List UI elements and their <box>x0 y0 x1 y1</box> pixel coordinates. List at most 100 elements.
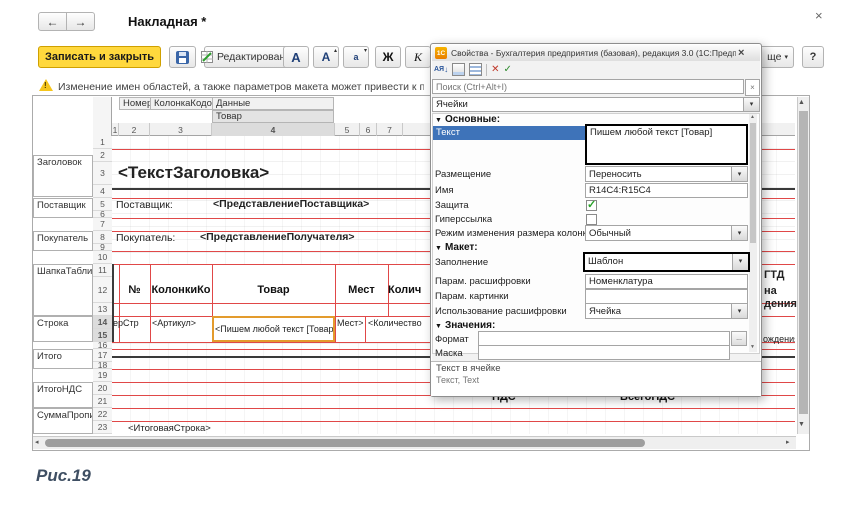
scope-combobox[interactable]: Ячейки ▾ <box>432 97 760 112</box>
cell-total-row[interactable]: <ИтоговаяСтрока> <box>128 423 211 434</box>
property-label-picture-param[interactable]: Парам. картинки <box>435 290 509 304</box>
save-button[interactable] <box>169 46 196 68</box>
named-col-tovar[interactable]: Товар <box>212 110 334 123</box>
search-clear-icon[interactable]: × <box>745 79 760 96</box>
help-button[interactable]: ? <box>802 46 824 68</box>
selected-cell[interactable]: <Пишем любой текст [Товар]> <box>212 316 335 342</box>
row-header[interactable]: 4 <box>93 185 112 198</box>
row-header[interactable]: 10 <box>93 251 112 264</box>
cell-row-article[interactable]: <Артикул> <box>152 318 196 328</box>
property-label-fill[interactable]: Заполнение <box>435 256 488 270</box>
table-header-codes[interactable]: КолонкиКо <box>150 277 212 303</box>
row-header[interactable]: 2 <box>93 149 112 162</box>
row-header[interactable]: 21 <box>93 395 112 408</box>
scroll-left-icon[interactable]: ◂ <box>35 438 39 446</box>
section-values[interactable]: ▼Значения: <box>435 320 495 331</box>
row-header[interactable]: 18 <box>93 362 112 369</box>
row-header[interactable]: 20 <box>93 382 112 395</box>
colresize-combobox[interactable]: Обычный ▾ <box>585 225 748 241</box>
table-header-quantity[interactable]: Колич <box>388 277 428 303</box>
column-header[interactable]: 7 <box>377 123 403 136</box>
property-row-text[interactable]: Текст <box>433 126 585 140</box>
column-header[interactable]: 3 <box>150 123 212 136</box>
property-label-detail-param[interactable]: Парам. расшифровки <box>435 275 531 289</box>
name-field[interactable]: R14C4:R15C4 <box>585 183 748 198</box>
column-header[interactable]: 1 <box>112 123 119 136</box>
named-col-numerstroki[interactable]: НомерС <box>119 97 151 110</box>
area-label-pokupatel[interactable]: Покупатель <box>33 231 93 251</box>
table-header-places[interactable]: Мест <box>335 277 388 303</box>
column-header[interactable]: 4 <box>212 123 335 136</box>
scroll-down-icon[interactable]: ▼ <box>798 421 805 428</box>
area-label-summapropisyu[interactable]: СуммаПропи <box>33 408 93 434</box>
sort-icon[interactable]: АЯ ↓ <box>434 65 448 74</box>
properties-close-icon[interactable]: × <box>738 47 744 59</box>
area-label-shapka[interactable]: ШапкаТабли <box>33 264 93 316</box>
bold-button[interactable]: Ж <box>375 46 401 68</box>
fill-combobox[interactable]: Шаблон ▾ <box>583 252 750 272</box>
property-label-colresize[interactable]: Режим изменения размера колонки <box>435 227 585 241</box>
column-header[interactable]: 6 <box>360 123 377 136</box>
row-header[interactable]: 19 <box>93 369 112 382</box>
row-header[interactable]: 1 <box>93 136 112 149</box>
chevron-down-icon[interactable]: ▾ <box>743 98 759 111</box>
row-header[interactable]: 7 <box>93 218 112 231</box>
property-label-placement[interactable]: Размещение <box>435 168 491 182</box>
detail-use-combobox[interactable]: Ячейка ▾ <box>585 303 748 319</box>
font-decrease-button[interactable]: а▾ <box>343 46 369 68</box>
column-header[interactable]: 5 <box>335 123 360 136</box>
area-label-zagolovok[interactable]: Заголовок <box>33 155 93 197</box>
area-label-postavschik[interactable]: Поставщик <box>33 198 93 218</box>
mask-field[interactable] <box>478 345 730 360</box>
row-header[interactable]: 13 <box>93 303 112 316</box>
cell-supplier-label[interactable]: Поставщик: <box>116 199 173 211</box>
grid-scrollbar-thumb[interactable] <box>750 123 756 243</box>
font-increase-button[interactable]: А▴ <box>313 46 339 68</box>
column-header[interactable]: 2 <box>119 123 150 136</box>
back-button[interactable]: ← <box>38 12 67 31</box>
row-header[interactable]: 12 <box>93 277 112 303</box>
chevron-down-icon[interactable]: ▾ <box>731 167 747 181</box>
edit-mode-button[interactable]: Редактирование <box>204 46 294 68</box>
font-color-button[interactable]: А <box>283 46 309 68</box>
area-label-stroka[interactable]: Строка <box>33 316 93 342</box>
cell-row-places[interactable]: Мест> <box>337 318 363 328</box>
close-icon[interactable]: × <box>815 8 823 23</box>
section-main[interactable]: ▼Основные: <box>435 114 500 125</box>
format-ellipsis-button[interactable]: ... <box>731 331 747 346</box>
italic-button[interactable]: К <box>405 46 431 68</box>
cell-header-title[interactable]: <ТекстЗаголовка> <box>118 163 348 183</box>
apply-icon[interactable]: ✓ <box>503 64 511 75</box>
chevron-down-icon[interactable]: ▾ <box>731 304 747 318</box>
row-header[interactable]: 9 <box>93 244 112 251</box>
cell-buyer-label[interactable]: Покупатель: <box>116 232 175 244</box>
cell-buyer-value[interactable]: <ПредставлениеПолучателя> <box>200 231 355 243</box>
show-important-icon[interactable] <box>452 63 465 76</box>
save-and-close-button[interactable]: Записать и закрыть <box>38 46 161 68</box>
row-header[interactable]: 16 <box>93 342 112 349</box>
named-col-dannye[interactable]: Данные <box>212 97 334 110</box>
format-field[interactable] <box>478 331 730 346</box>
chevron-down-icon[interactable]: ▾ <box>731 226 747 240</box>
area-label-itogo[interactable]: Итого <box>33 349 93 369</box>
row-header[interactable]: 14 <box>93 316 112 329</box>
vertical-scrollbar-thumb[interactable] <box>799 111 808 414</box>
grid-scroll-up-icon[interactable]: ▲ <box>750 114 755 120</box>
table-header-item[interactable]: Товар <box>212 277 335 303</box>
hyperlink-checkbox[interactable] <box>586 214 597 225</box>
horizontal-scrollbar-thumb[interactable] <box>45 439 645 447</box>
detail-param-field[interactable]: Номенклатура <box>585 274 748 289</box>
categories-icon[interactable] <box>469 63 482 76</box>
chevron-down-icon[interactable]: ▾ <box>732 254 748 270</box>
protection-checkbox[interactable]: ✓ <box>586 200 597 211</box>
property-label-name[interactable]: Имя <box>435 184 454 198</box>
more-button[interactable]: ще ▾ <box>758 46 794 68</box>
search-input[interactable] <box>432 79 744 94</box>
row-header[interactable]: 3 <box>93 162 112 185</box>
cell-supplier-value[interactable]: <ПредставлениеПоставщика> <box>213 198 369 210</box>
property-label-detail-use[interactable]: Использование расшифровки <box>435 305 567 319</box>
placement-combobox[interactable]: Переносить ▾ <box>585 166 748 182</box>
table-header-number[interactable]: № <box>119 277 150 303</box>
delete-icon[interactable]: ✕ <box>491 64 499 75</box>
row-header[interactable]: 11 <box>93 264 112 277</box>
